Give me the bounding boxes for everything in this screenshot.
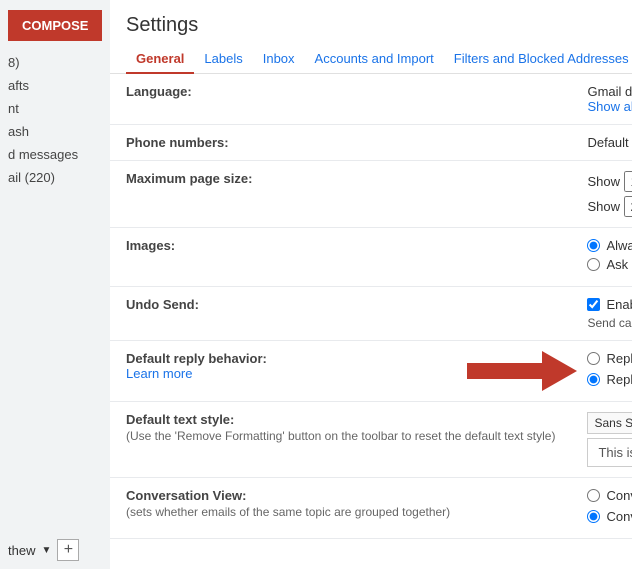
sidebar-item-all[interactable]: ail (220) <box>8 166 110 189</box>
always-display-label: Always display external <box>606 238 632 253</box>
conversations-select[interactable]: 100255075 <box>624 171 632 192</box>
font-selector[interactable]: Sans Serif <box>594 416 632 430</box>
settings-table: Language: Gmail display language: En Sho… <box>110 74 632 539</box>
show-label-conv: Show <box>587 174 620 189</box>
tab-labels[interactable]: Labels <box>194 45 252 74</box>
sidebar-item-drafts[interactable]: afts <box>8 74 110 97</box>
conversation-view-off-label: Conversation view off <box>606 509 632 524</box>
language-label: Language: <box>110 74 571 125</box>
sidebar-nav: 8) afts nt ash d messages ail (220) <box>0 51 110 189</box>
compose-button[interactable]: COMPOSE <box>8 10 102 41</box>
conversation-view-row: Conversation View: (sets whether emails … <box>110 478 632 539</box>
conversation-view-value: Conversation view on Conversation view o… <box>571 478 632 539</box>
user-name: thew <box>8 543 35 558</box>
default-reply-text: Default reply behavior: <box>126 351 267 366</box>
reply-radio[interactable] <box>587 352 600 365</box>
conversation-view-on-label: Conversation view on <box>606 488 632 503</box>
show-all-languages-link[interactable]: Show all language options <box>587 99 632 114</box>
default-text-style-value: Sans Serif ▼ TT ▼ A ▼ This is what your … <box>571 402 632 478</box>
phone-row: Phone numbers: Default country code: Uni… <box>110 125 632 161</box>
body-text-preview: This is what your body text <box>587 438 632 467</box>
ask-before-radio[interactable] <box>587 258 600 271</box>
phone-value: Default country code: Unit <box>571 125 632 161</box>
sidebar-footer: thew ▼ + <box>0 531 110 569</box>
language-row: Language: Gmail display language: En Sho… <box>110 74 632 125</box>
settings-tabs: General Labels Inbox Accounts and Import… <box>110 45 632 74</box>
conversation-view-sublabel: (sets whether emails of the same topic a… <box>126 505 555 519</box>
user-dropdown-icon[interactable]: ▼ <box>41 545 51 556</box>
language-text: Gmail display language: <box>587 84 632 99</box>
red-arrow-icon <box>467 351 577 391</box>
page-size-label: Maximum page size: <box>110 161 571 228</box>
conversation-view-off-radio[interactable] <box>587 510 600 523</box>
page-size-row: Maximum page size: Show 100255075 conver… <box>110 161 632 228</box>
add-account-button[interactable]: + <box>57 539 79 561</box>
settings-content: Language: Gmail display language: En Sho… <box>110 74 632 569</box>
always-display-radio[interactable] <box>587 239 600 252</box>
main-content: Settings General Labels Inbox Accounts a… <box>110 0 632 569</box>
ask-before-label: Ask before displaying ex <box>606 257 632 272</box>
default-text-style-text: Default text style: <box>126 412 555 427</box>
settings-header: Settings <box>110 0 632 45</box>
sidebar-item-sent[interactable]: nt <box>8 97 110 120</box>
reply-all-radio[interactable] <box>587 373 600 386</box>
images-label: Images: <box>110 228 571 287</box>
undo-send-label: Undo Send: <box>110 287 571 341</box>
sidebar-item-trash[interactable]: ash <box>8 120 110 143</box>
default-text-style-row: Default text style: (Use the 'Remove For… <box>110 402 632 478</box>
tab-inbox[interactable]: Inbox <box>253 45 305 74</box>
sidebar: COMPOSE 8) afts nt ash d messages ail (2… <box>0 0 110 569</box>
images-value: Always display external Ask before displ… <box>571 228 632 287</box>
sidebar-item-starred[interactable]: d messages <box>8 143 110 166</box>
contacts-select[interactable]: 25050100 <box>624 196 632 217</box>
conversation-view-on-radio[interactable] <box>587 489 600 502</box>
phone-label: Phone numbers: <box>110 125 571 161</box>
conversation-view-label: Conversation View: (sets whether emails … <box>110 478 571 539</box>
sidebar-item-1[interactable]: 8) <box>8 51 110 74</box>
tab-accounts[interactable]: Accounts and Import <box>305 45 444 74</box>
tab-general[interactable]: General <box>126 45 194 74</box>
tab-filters[interactable]: Filters and Blocked Addresses <box>444 45 632 74</box>
page-size-value: Show 100255075 conversation Show 2505010… <box>571 161 632 228</box>
reply-all-label: Reply all <box>606 372 632 387</box>
text-style-toolbar: Sans Serif ▼ TT ▼ A ▼ <box>587 412 632 434</box>
images-row: Images: Always display external Ask befo… <box>110 228 632 287</box>
reply-options-container: Reply Reply all <box>587 351 632 391</box>
undo-send-row: Undo Send: Enable Undo Send Send cancell… <box>110 287 632 341</box>
phone-text: Default country code: <box>587 135 632 150</box>
reply-label: Reply <box>606 351 632 366</box>
language-value: Gmail display language: En Show all lang… <box>571 74 632 125</box>
undo-send-note: Send cancellation period: <box>587 316 632 330</box>
conversation-view-text: Conversation View: <box>126 488 555 503</box>
default-text-style-sublabel: (Use the 'Remove Formatting' button on t… <box>126 429 555 443</box>
default-reply-row: Default reply behavior: Learn more Reply <box>110 341 632 402</box>
default-text-style-label: Default text style: (Use the 'Remove For… <box>110 402 571 478</box>
undo-send-value: Enable Undo Send Send cancellation perio… <box>571 287 632 341</box>
enable-undo-send-checkbox[interactable] <box>587 298 600 311</box>
show-label-contacts: Show <box>587 199 620 214</box>
settings-title: Settings <box>126 14 616 37</box>
default-reply-value: Reply Reply all <box>571 341 632 402</box>
enable-undo-send-label: Enable Undo Send <box>606 297 632 312</box>
